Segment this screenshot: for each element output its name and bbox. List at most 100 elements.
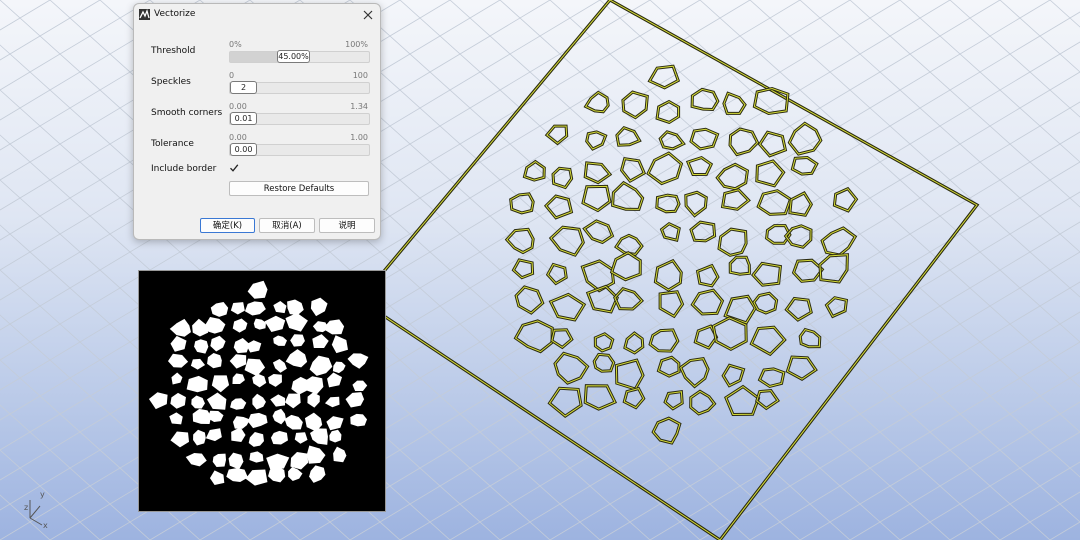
dialog-title: Vectorize xyxy=(154,9,196,19)
preview-region xyxy=(170,431,190,448)
vectorized-curve[interactable] xyxy=(818,253,849,284)
preview-region xyxy=(252,393,266,410)
preview-region xyxy=(185,452,207,467)
vectorized-curve[interactable] xyxy=(659,221,681,243)
vectorized-curve[interactable] xyxy=(550,328,574,350)
preview-region xyxy=(244,301,266,316)
preview-region xyxy=(171,372,183,385)
preview-region xyxy=(303,376,324,395)
preview-region xyxy=(272,408,286,425)
speckles-value-field[interactable]: 2 xyxy=(230,81,257,94)
speckles-max: 100 xyxy=(352,71,368,80)
preview-region xyxy=(228,452,244,470)
preview-region xyxy=(193,429,206,446)
preview-region xyxy=(244,358,266,377)
preview-region xyxy=(210,301,229,317)
preview-region xyxy=(230,398,247,410)
axis-y-label: y xyxy=(40,490,45,499)
vectorized-curve[interactable] xyxy=(646,151,684,186)
tolerance-value-field[interactable]: 0.00 xyxy=(230,143,257,156)
preview-region xyxy=(310,297,328,317)
vectorized-curve[interactable] xyxy=(820,226,858,257)
vectorized-curve[interactable] xyxy=(785,355,818,381)
smooth-corners-max: 1.34 xyxy=(350,102,368,111)
include-border-checkbox[interactable] xyxy=(229,163,239,173)
preview-region xyxy=(352,380,368,391)
preview-region xyxy=(191,395,205,409)
preview-region xyxy=(327,372,343,388)
preview-region xyxy=(294,432,308,444)
vectorized-curve[interactable] xyxy=(548,225,585,257)
preview-region xyxy=(284,414,303,430)
preview-region xyxy=(329,429,342,443)
vectorized-curve[interactable] xyxy=(824,296,849,319)
vectorized-curve[interactable] xyxy=(784,296,813,322)
vectorized-curve[interactable] xyxy=(751,261,783,287)
preview-region xyxy=(309,355,333,376)
vectorized-curve[interactable] xyxy=(623,331,645,355)
threshold-max: 100% xyxy=(345,40,368,49)
vectorize-icon xyxy=(139,9,150,20)
axis-indicator-icon: y z x xyxy=(24,490,48,528)
preview-region xyxy=(345,392,365,408)
smooth-corners-value-field[interactable]: 0.01 xyxy=(230,112,257,125)
preview-region xyxy=(205,317,226,334)
preview-region xyxy=(273,300,287,314)
preview-region xyxy=(232,416,251,429)
preview-region xyxy=(148,392,168,410)
vectorized-curve[interactable] xyxy=(621,90,649,120)
preview-region xyxy=(194,339,209,354)
vectorized-curve[interactable] xyxy=(791,258,825,283)
help-button[interactable]: 说明 xyxy=(319,218,375,233)
preview-white-regions xyxy=(148,280,369,486)
preview-region xyxy=(212,453,226,467)
speckles-label: Speckles xyxy=(151,77,191,87)
vectorize-dialog: Vectorize Threshold 0% 100% 45.00% Speck… xyxy=(133,3,381,240)
close-icon[interactable] xyxy=(360,7,376,23)
vectorized-curve[interactable] xyxy=(548,292,587,322)
vectorized-curves[interactable] xyxy=(504,64,859,445)
vectorized-curve[interactable] xyxy=(678,357,710,389)
preview-region xyxy=(170,335,187,352)
preview-region xyxy=(210,335,226,352)
vectorized-curve[interactable] xyxy=(582,219,615,245)
vectorized-curve[interactable] xyxy=(615,125,642,147)
tolerance-min: 0.00 xyxy=(229,133,247,142)
vectorized-curve[interactable] xyxy=(755,389,781,411)
vectorized-curve[interactable] xyxy=(695,263,720,288)
tolerance-max: 1.00 xyxy=(350,133,368,142)
preview-region xyxy=(232,318,248,333)
preview-region xyxy=(207,353,222,369)
preview-region xyxy=(232,373,245,384)
preview-region xyxy=(309,465,326,483)
preview-region xyxy=(326,416,344,431)
vectorized-curve[interactable] xyxy=(547,386,583,418)
preview-region xyxy=(347,353,369,369)
vectorized-curve[interactable] xyxy=(583,161,613,185)
axis-x-label: x xyxy=(43,521,48,528)
preview-region xyxy=(245,469,268,486)
vectorized-curve[interactable] xyxy=(832,186,859,213)
ok-button[interactable]: 确定(K) xyxy=(200,218,255,233)
threshold-label: Threshold xyxy=(151,46,196,56)
preview-region xyxy=(206,392,227,410)
preview-region xyxy=(306,445,326,464)
dialog-titlebar[interactable]: Vectorize xyxy=(134,4,380,26)
vectorized-curve[interactable] xyxy=(619,157,647,184)
preview-region xyxy=(290,334,305,347)
axis-z-label: z xyxy=(24,503,28,512)
preview-region xyxy=(268,373,282,387)
smooth-corners-label: Smooth corners xyxy=(151,108,223,118)
threshold-value-field[interactable]: 45.00% xyxy=(277,50,310,63)
preview-region xyxy=(287,299,304,316)
preview-region xyxy=(249,451,264,463)
preview-region xyxy=(186,375,208,393)
include-border-label: Include border xyxy=(151,164,217,174)
preview-region xyxy=(285,312,308,332)
vectorized-curve[interactable] xyxy=(653,258,683,292)
vectorized-curve[interactable] xyxy=(788,191,814,217)
preview-region xyxy=(312,334,329,349)
smooth-corners-min: 0.00 xyxy=(229,102,247,111)
restore-defaults-button[interactable]: Restore Defaults xyxy=(229,181,369,196)
cancel-button[interactable]: 取消(A) xyxy=(259,218,315,233)
